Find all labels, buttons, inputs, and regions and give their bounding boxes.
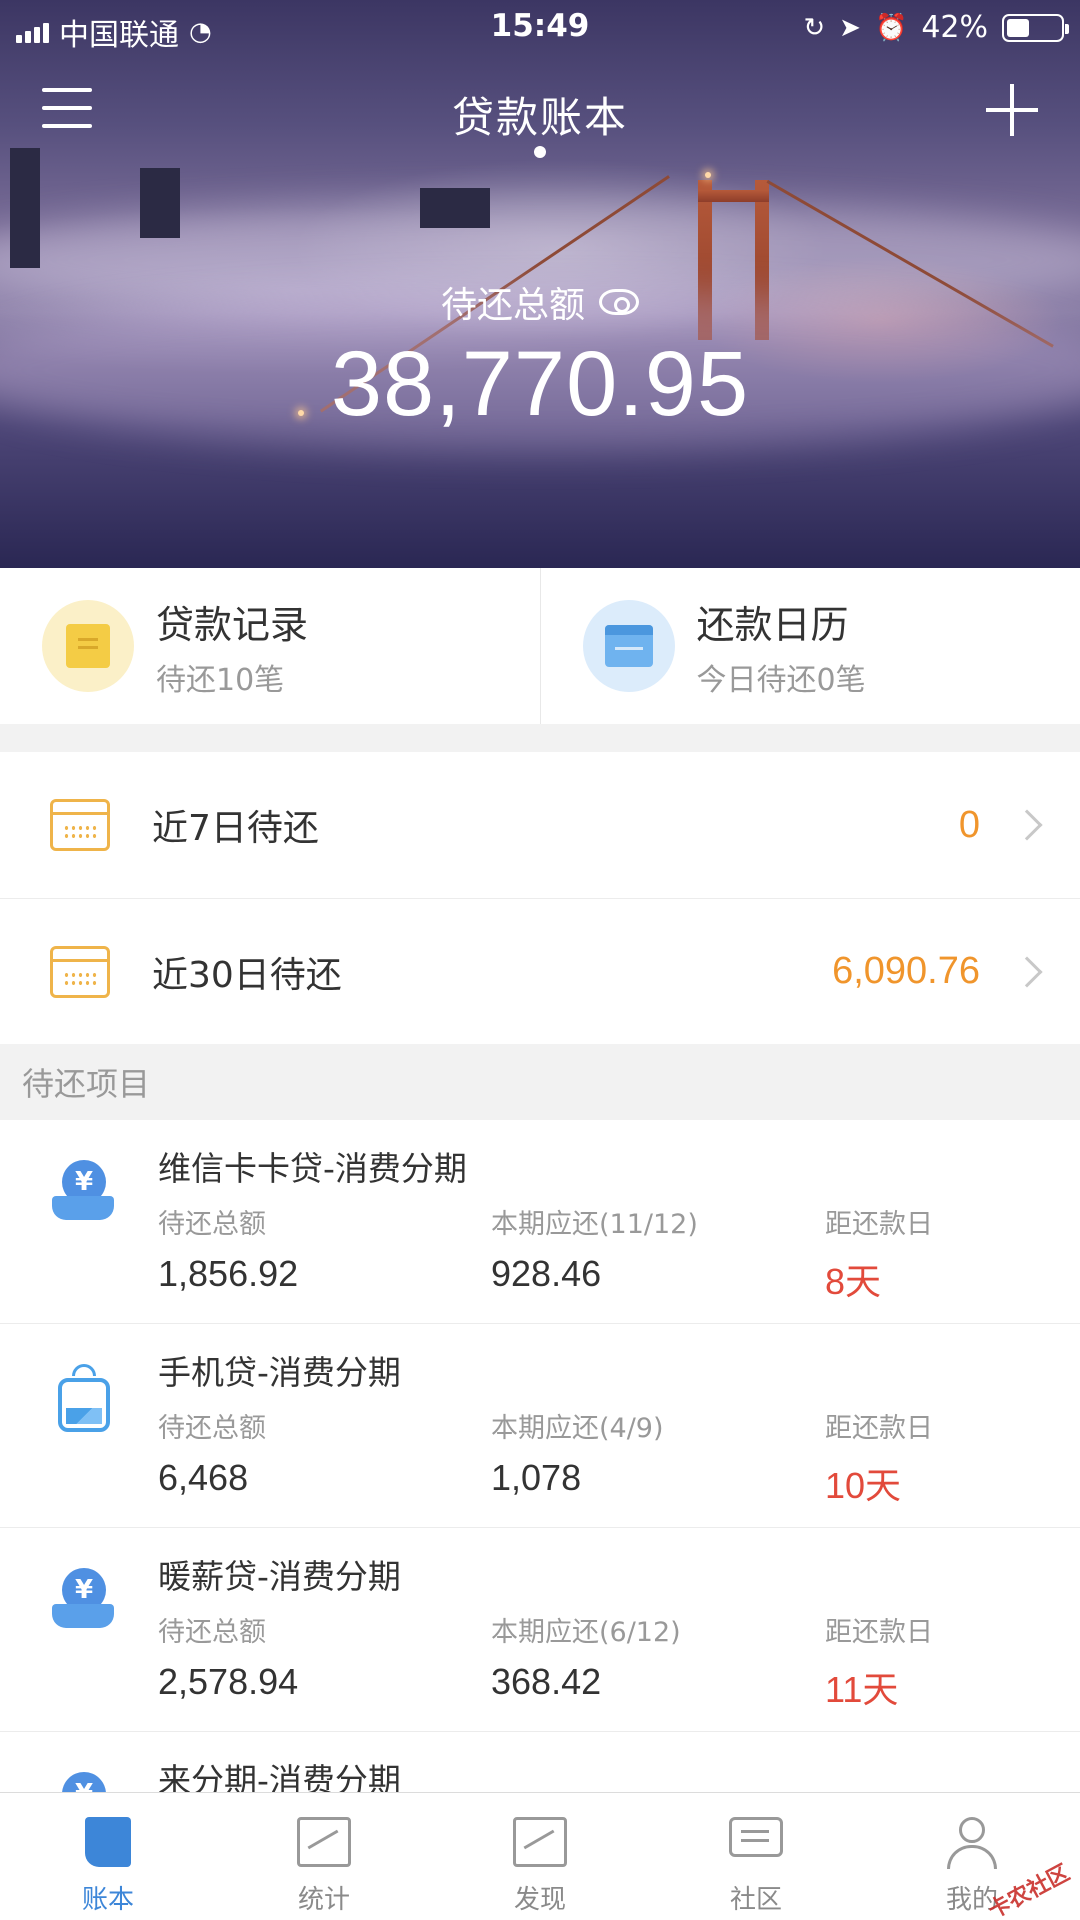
note-icon bbox=[42, 600, 134, 692]
tab-community[interactable]: 社区 bbox=[648, 1793, 864, 1920]
phone-icon bbox=[52, 1364, 118, 1432]
user-icon bbox=[945, 1817, 999, 1869]
battery-icon bbox=[1002, 13, 1069, 42]
chart-icon bbox=[297, 1817, 351, 1867]
orientation-lock-icon: ↻ bbox=[803, 12, 826, 43]
quick-links: 贷款记录 待还10笔 还款日历 今日待还0笔 bbox=[0, 568, 1080, 724]
total-due-value: 1,856.92 bbox=[158, 1253, 299, 1294]
calendar-outline-icon bbox=[50, 945, 110, 998]
repayment-calendar-card[interactable]: 还款日历 今日待还0笔 bbox=[539, 568, 1080, 724]
loan-records-title: 贷款记录 bbox=[156, 602, 309, 647]
pending-list: ¥ 维信卡卡贷-消费分期 待还总额 1,856.92 本期应还(11/12) 928… bbox=[0, 1120, 1080, 1792]
total-due-value: 2,578.94 bbox=[158, 1661, 299, 1702]
status-bar: 中国联通 ◔ 15:49 ↻ ➤ ⏰ 42% bbox=[0, 0, 1080, 54]
hero-banner: 中国联通 ◔ 15:49 ↻ ➤ ⏰ 42% 贷款账本 待还总额 38,770.… bbox=[0, 0, 1080, 568]
page-indicator-dot bbox=[534, 146, 546, 158]
current-due-value: 1,078 bbox=[491, 1457, 582, 1498]
total-due-label: 待还总额 bbox=[158, 1209, 266, 1240]
current-due-value: 928.46 bbox=[491, 1253, 602, 1294]
total-label-row: 待还总额 bbox=[0, 276, 1080, 328]
top-navigation: 贷款账本 bbox=[0, 78, 1080, 158]
repayment-calendar-title: 还款日历 bbox=[696, 602, 849, 647]
battery-percent: 42% bbox=[921, 10, 988, 45]
alarm-icon: ⏰ bbox=[874, 12, 908, 43]
next-7-days-value: 0 bbox=[958, 803, 980, 846]
city-building bbox=[10, 148, 40, 268]
tab-statistics[interactable]: 统计 bbox=[216, 1793, 432, 1920]
next-30-days-value: 6,090.76 bbox=[832, 950, 980, 992]
eye-icon[interactable] bbox=[599, 289, 639, 315]
repayment-summary: 近7日待还 0 近30日待还 6,090.76 bbox=[0, 752, 1080, 1044]
ledger-icon bbox=[85, 1817, 131, 1867]
total-due-value: 6,468 bbox=[158, 1457, 249, 1498]
tab-discover[interactable]: 发现 bbox=[432, 1793, 648, 1920]
current-due-value: 368.42 bbox=[491, 1661, 602, 1702]
days-left-label: 距还款日 bbox=[825, 1413, 933, 1444]
bridge-light bbox=[705, 172, 711, 178]
loan-name: 手机贷-消费分期 bbox=[158, 1353, 401, 1392]
loan-records-card[interactable]: 贷款记录 待还10笔 bbox=[0, 568, 540, 724]
loan-name: 维信卡卡贷-消费分期 bbox=[158, 1149, 467, 1188]
current-due-label: 本期应还(4/9) bbox=[491, 1413, 664, 1444]
tab-profile[interactable]: 我的 bbox=[864, 1793, 1080, 1920]
calendar-icon bbox=[582, 600, 675, 692]
yen-hand-icon: ¥ bbox=[52, 1772, 118, 1792]
tab-ledger[interactable]: 账本 bbox=[0, 1793, 216, 1920]
bottom-tab-bar: 账本 统计 发现 社区 我的 卡农社区 bbox=[0, 1792, 1080, 1920]
city-building bbox=[140, 168, 180, 238]
tab-label: 统计 bbox=[297, 1885, 350, 1915]
current-due-label: 本期应还(6/12) bbox=[491, 1617, 681, 1648]
chat-icon bbox=[729, 1817, 783, 1857]
city-building bbox=[420, 188, 490, 228]
days-left-label: 距还款日 bbox=[825, 1209, 933, 1240]
list-item[interactable]: 手机贷-消费分期 待还总额 6,468 本期应还(4/9) 1,078 距还款日 10… bbox=[0, 1324, 1080, 1528]
location-icon: ➤ bbox=[839, 12, 861, 43]
tab-label: 账本 bbox=[81, 1885, 134, 1915]
next-7-days-row[interactable]: 近7日待还 0 bbox=[0, 752, 1080, 898]
loan-name: 暖薪贷-消费分期 bbox=[158, 1557, 401, 1596]
total-due-label: 待还总额 bbox=[158, 1413, 266, 1444]
next-7-days-label: 近7日待还 bbox=[152, 808, 319, 849]
chevron-right-icon bbox=[1011, 955, 1043, 988]
discover-icon bbox=[513, 1817, 567, 1867]
pending-section-title: 待还项目 bbox=[0, 1044, 1080, 1120]
current-due-label: 本期应还(11/12) bbox=[491, 1209, 698, 1240]
next-30-days-label: 近30日待还 bbox=[152, 954, 342, 996]
days-left-value: 10天 bbox=[825, 1465, 902, 1506]
chevron-right-icon bbox=[1011, 809, 1043, 841]
page-title: 贷款账本 bbox=[451, 93, 628, 142]
total-amount: 38,770.95 bbox=[330, 333, 750, 435]
yen-hand-icon: ¥ bbox=[52, 1568, 118, 1634]
total-label: 待还总额 bbox=[440, 285, 585, 326]
add-icon[interactable] bbox=[986, 84, 1038, 136]
loan-records-subtitle: 待还10笔 bbox=[156, 662, 285, 698]
tab-label: 社区 bbox=[729, 1885, 782, 1915]
list-item[interactable]: ¥ 维信卡卡贷-消费分期 待还总额 1,856.92 本期应还(11/12) 928… bbox=[0, 1120, 1080, 1324]
bridge-tower bbox=[698, 190, 769, 202]
yen-hand-icon: ¥ bbox=[52, 1160, 118, 1226]
calendar-outline-icon bbox=[50, 799, 110, 851]
list-item[interactable]: ¥ 暖薪贷-消费分期 待还总额 2,578.94 本期应还(6/12) 368.42… bbox=[0, 1528, 1080, 1732]
list-item[interactable]: ¥ 来分期-消费分期 bbox=[0, 1732, 1080, 1792]
tab-label: 发现 bbox=[513, 1885, 566, 1915]
total-due-label: 待还总额 bbox=[158, 1617, 266, 1648]
days-left-value: 8天 bbox=[825, 1261, 882, 1302]
battery-fill bbox=[1007, 18, 1029, 37]
days-left-label: 距还款日 bbox=[825, 1617, 933, 1648]
repayment-calendar-subtitle: 今日待还0笔 bbox=[696, 662, 866, 698]
status-right: ↻ ➤ ⏰ 42% bbox=[803, 10, 1069, 45]
next-30-days-row[interactable]: 近30日待还 6,090.76 bbox=[0, 898, 1080, 1044]
days-left-value: 11天 bbox=[825, 1669, 899, 1710]
loan-name: 来分期-消费分期 bbox=[158, 1761, 401, 1792]
